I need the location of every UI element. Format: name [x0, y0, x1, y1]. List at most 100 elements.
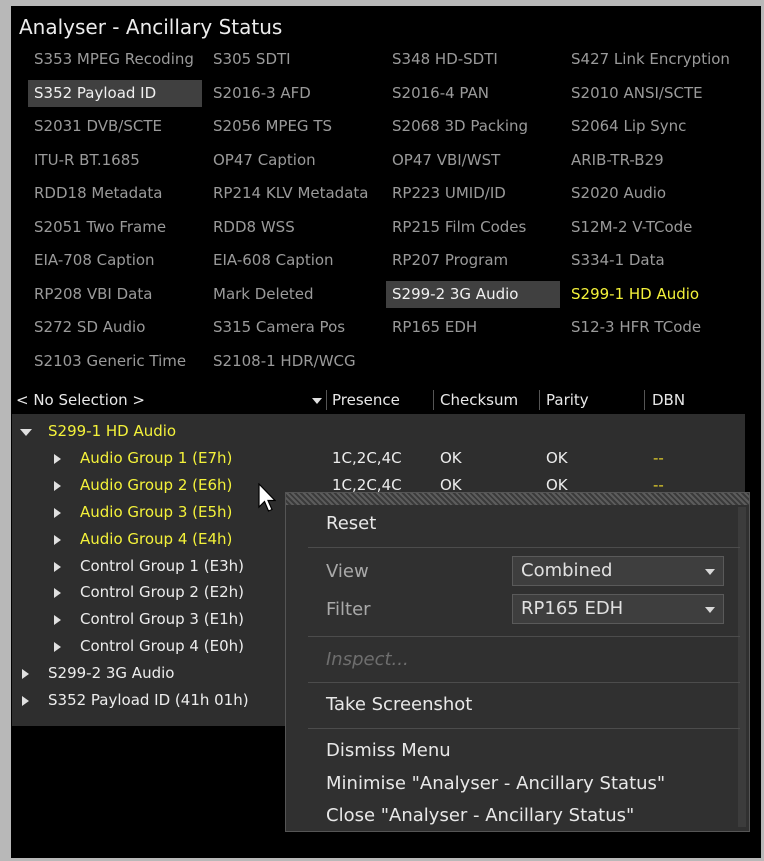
collapsed-arrow-icon[interactable] [54, 561, 61, 572]
standard-item[interactable]: S348 HD-SDTI [386, 46, 560, 73]
standard-item[interactable]: RP214 KLV Metadata [207, 180, 381, 207]
standard-item[interactable]: S2031 DVB/SCTE [28, 113, 202, 140]
collapsed-arrow-icon[interactable] [54, 534, 61, 545]
column-header-dbn[interactable]: DBN [652, 388, 685, 412]
standard-item[interactable]: S2068 3D Packing [386, 113, 560, 140]
standard-item[interactable]: S2016-3 AFD [207, 80, 381, 107]
standard-item[interactable]: S352 Payload ID [28, 79, 202, 107]
cell-parity: OK [546, 448, 568, 467]
column-divider [644, 390, 645, 410]
standard-item[interactable]: S12-3 HFR TCode [565, 314, 739, 341]
chevron-down-icon [705, 569, 715, 575]
standard-item[interactable]: S315 Camera Pos [207, 314, 381, 341]
inspect-menu-item: Inspect... [326, 649, 409, 670]
standard-item[interactable]: EIA-608 Caption [207, 247, 381, 274]
standard-item[interactable]: RDD8 WSS [207, 214, 381, 241]
chevron-down-icon[interactable] [312, 388, 322, 412]
standard-item[interactable]: S427 Link Encryption [565, 46, 739, 73]
collapsed-arrow-icon[interactable] [54, 615, 61, 626]
window-title: Analyser - Ancillary Status [19, 15, 283, 39]
collapsed-arrow-icon[interactable] [54, 453, 61, 464]
column-divider [326, 390, 327, 410]
table-header: < No Selection > Presence Checksum Parit… [12, 388, 745, 413]
standard-item[interactable]: S2108-1 HDR/WCG [207, 348, 381, 375]
standard-item[interactable]: OP47 Caption [207, 147, 381, 174]
tree-row-label: Control Group 2 (E2h) [80, 583, 244, 602]
column-header-checksum[interactable]: Checksum [440, 388, 518, 412]
standard-item[interactable]: S12M-2 V-TCode [565, 214, 739, 241]
standard-item[interactable]: RP208 VBI Data [28, 281, 202, 308]
standard-item[interactable]: ITU-R BT.1685 [28, 147, 202, 174]
standard-item[interactable]: S2064 Lip Sync [565, 113, 739, 140]
standard-item[interactable]: S2020 Audio [565, 180, 739, 207]
collapsed-arrow-icon[interactable] [54, 480, 61, 491]
tree-row-label: Control Group 1 (E3h) [80, 556, 244, 575]
menu-scrollbar[interactable] [738, 507, 746, 827]
collapsed-arrow-icon[interactable] [54, 507, 61, 518]
column-divider [539, 390, 540, 410]
tree-row-label: Control Group 3 (E1h) [80, 610, 244, 629]
view-select[interactable]: Combined [512, 556, 724, 586]
tree-row-label: Audio Group 3 (E5h) [80, 502, 233, 521]
collapsed-arrow-icon[interactable] [54, 642, 61, 653]
column-header-presence[interactable]: Presence [332, 388, 400, 412]
standard-item[interactable]: S272 SD Audio [28, 314, 202, 341]
tree-row-label: S299-1 HD Audio [48, 422, 177, 440]
tree-row-label: Audio Group 2 (E6h) [80, 475, 233, 494]
expanded-arrow-icon[interactable] [20, 429, 32, 436]
tree-row-label: Audio Group 1 (E7h) [80, 448, 233, 467]
selection-dropdown[interactable]: < No Selection > [16, 388, 145, 412]
standard-item[interactable]: EIA-708 Caption [28, 247, 202, 274]
mouse-pointer-icon [258, 483, 276, 512]
standard-item[interactable]: OP47 VBI/WST [386, 147, 560, 174]
tree-row-label: S352 Payload ID (41h 01h) [48, 691, 249, 709]
collapsed-arrow-icon[interactable] [22, 696, 29, 706]
standard-item[interactable]: RP207 Program [386, 247, 560, 274]
view-select-value: Combined [521, 560, 613, 581]
menu-drag-handle[interactable] [286, 493, 749, 505]
standard-item[interactable]: RP223 UMID/ID [386, 180, 560, 207]
take-screenshot-menu-item[interactable]: Take Screenshot [326, 694, 472, 715]
menu-divider [308, 682, 740, 683]
standard-item[interactable]: RDD18 Metadata [28, 180, 202, 207]
tree-row-label: Control Group 4 (E0h) [80, 637, 244, 656]
collapsed-arrow-icon[interactable] [22, 669, 29, 680]
standard-item[interactable]: RP215 Film Codes [386, 214, 560, 241]
close-window-menu-item[interactable]: Close "Analyser - Ancillary Status" [326, 805, 634, 826]
standard-item[interactable]: S353 MPEG Recoding [28, 46, 202, 73]
tree-row[interactable]: S299-1 HD Audio [12, 418, 745, 445]
cell-presence: 1C,2C,4C [332, 448, 402, 467]
cell-dbn: -- [653, 448, 664, 467]
menu-divider [308, 636, 740, 637]
filter-label: Filter [326, 599, 371, 620]
tree-row-label: S299-2 3G Audio [48, 664, 175, 683]
standard-item[interactable]: S299-2 3G Audio [386, 280, 560, 308]
reset-menu-item[interactable]: Reset [326, 513, 376, 534]
tree-row[interactable]: Audio Group 1 (E7h) 1C,2C,4C OK OK -- [12, 445, 745, 472]
standard-item[interactable]: RP165 EDH [386, 314, 560, 341]
view-label: View [326, 561, 369, 582]
context-menu: Reset View Combined Filter RP165 EDH Ins… [285, 492, 750, 832]
standard-item[interactable]: Mark Deleted [207, 281, 381, 308]
chevron-down-icon [705, 607, 715, 613]
standard-item[interactable]: S299-1 HD Audio [565, 281, 739, 308]
tree-row-label: Audio Group 4 (E4h) [80, 529, 233, 548]
standard-item[interactable]: ARIB-TR-B29 [565, 147, 739, 174]
standard-item[interactable]: S305 SDTI [207, 46, 381, 73]
menu-divider [308, 547, 740, 548]
column-divider [433, 390, 434, 410]
filter-select[interactable]: RP165 EDH [512, 594, 724, 624]
standard-item[interactable]: S334-1 Data [565, 247, 739, 274]
standard-item[interactable]: S2016-4 PAN [386, 80, 560, 107]
collapsed-arrow-icon[interactable] [54, 588, 61, 599]
dismiss-menu-item[interactable]: Dismiss Menu [326, 740, 451, 761]
standard-item[interactable]: S2051 Two Frame [28, 214, 202, 241]
minimise-window-menu-item[interactable]: Minimise "Analyser - Ancillary Status" [326, 773, 665, 794]
filter-select-value: RP165 EDH [521, 598, 624, 619]
cell-checksum: OK [440, 448, 462, 467]
standard-item[interactable]: S2056 MPEG TS [207, 113, 381, 140]
standard-item[interactable]: S2103 Generic Time [28, 348, 202, 375]
menu-divider [308, 728, 740, 729]
standard-item[interactable]: S2010 ANSI/SCTE [565, 80, 739, 107]
column-header-parity[interactable]: Parity [546, 388, 589, 412]
